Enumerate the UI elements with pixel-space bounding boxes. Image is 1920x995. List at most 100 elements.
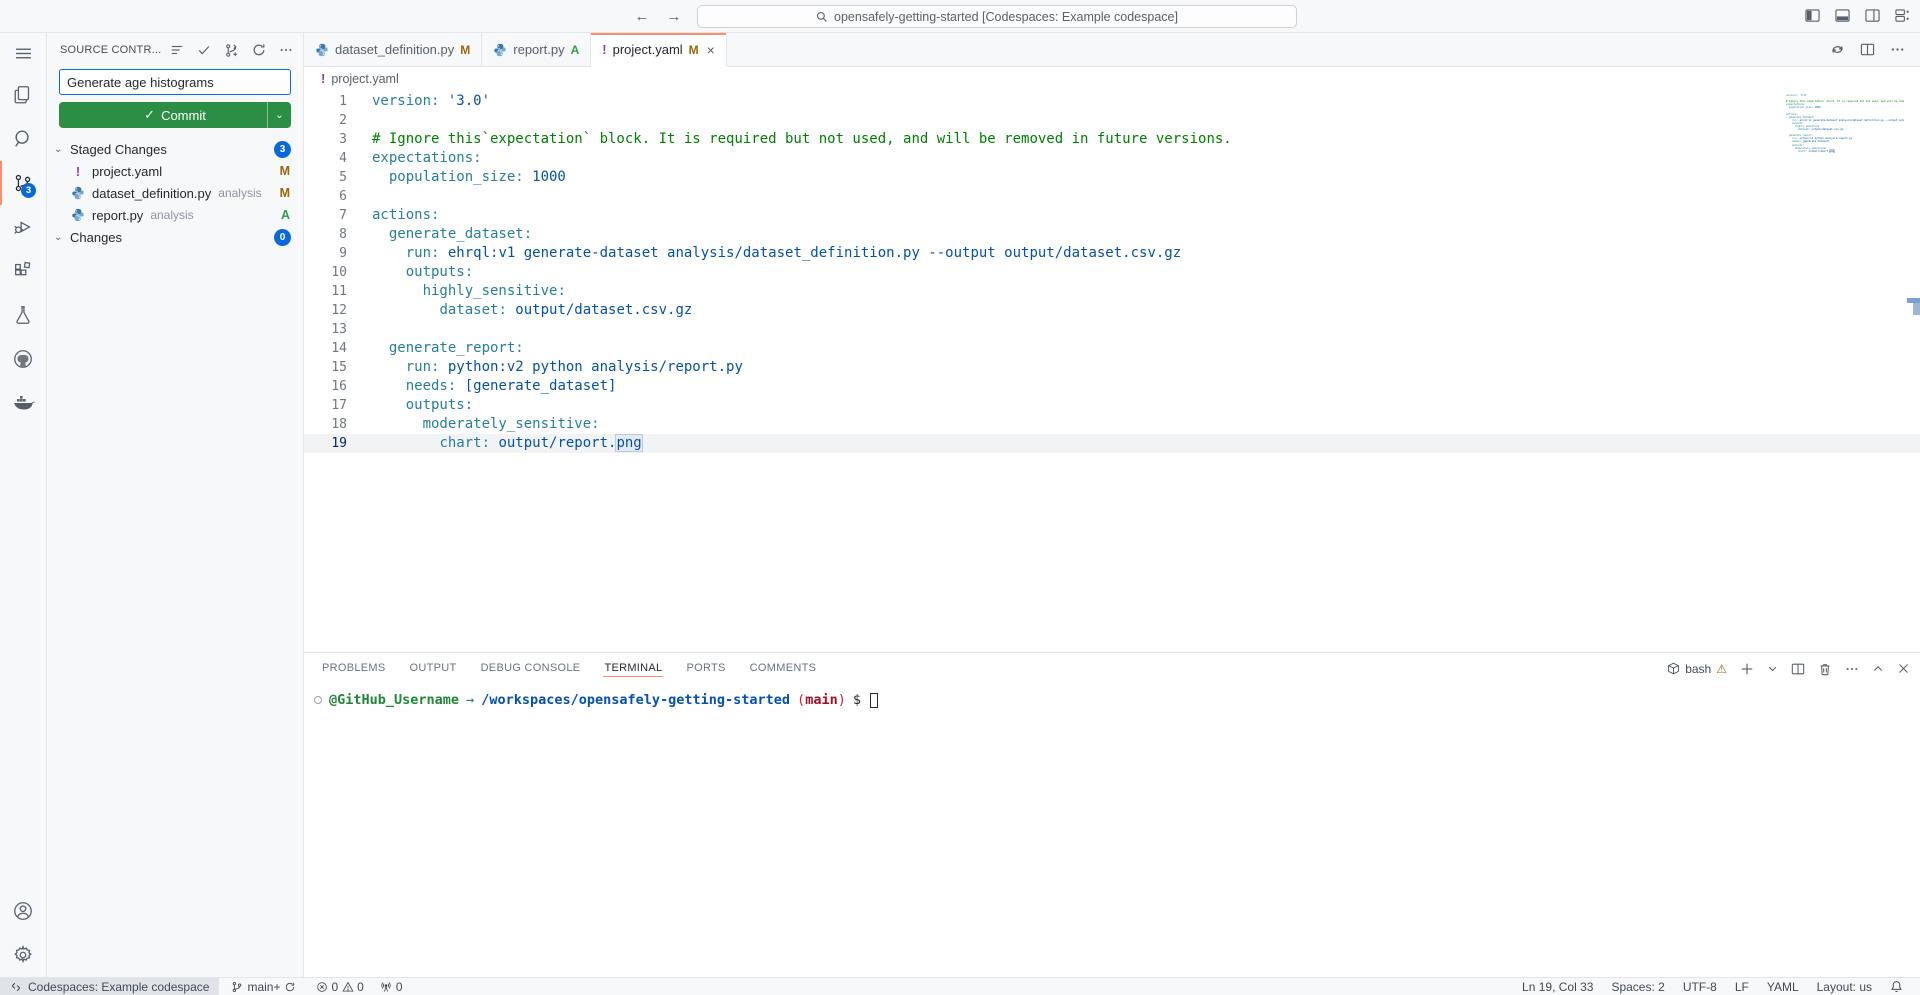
remote-indicator[interactable]: Codespaces: Example codespace	[0, 978, 219, 995]
code-line-4[interactable]: 4expectations:	[304, 149, 1920, 168]
chevron-down-icon: ⌄	[54, 232, 70, 243]
indentation-item[interactable]: Spaces: 2	[1602, 978, 1673, 995]
command-decoration-icon[interactable]	[314, 696, 322, 704]
branch-status-item[interactable]: main+	[225, 978, 302, 995]
new-terminal-icon[interactable]	[1740, 662, 1754, 676]
editor-tab-dataset_definition.py[interactable]: dataset_definition.pyM	[304, 33, 482, 66]
error-count: 0	[331, 980, 338, 994]
code-line-7[interactable]: 7actions:	[304, 206, 1920, 225]
command-center-search[interactable]: opensafely-getting-started [Codespaces: …	[697, 5, 1297, 28]
branch-create-icon[interactable]	[224, 43, 239, 58]
notifications-bell-icon[interactable]	[1881, 978, 1912, 995]
commit-check-icon[interactable]	[197, 43, 211, 57]
close-tab-icon[interactable]: ×	[707, 42, 715, 58]
section-label: Staged Changes	[70, 142, 167, 157]
code-line-6[interactable]: 6	[304, 187, 1920, 206]
code-line-14[interactable]: 14 generate_report:	[304, 339, 1920, 358]
nav-back-icon[interactable]: ←	[633, 8, 651, 25]
breadcrumb[interactable]: ! project.yaml	[304, 67, 1920, 90]
code-line-19[interactable]: 19 chart: output/report.png	[304, 434, 1920, 453]
code-line-18[interactable]: 18 moderately_sensitive:	[304, 415, 1920, 434]
menu-icon[interactable]	[0, 33, 46, 73]
toggle-panel-icon[interactable]	[1835, 8, 1850, 23]
toggle-secondary-sidebar-icon[interactable]	[1865, 8, 1880, 23]
terminal-arrow: →	[459, 692, 481, 708]
extensions-icon[interactable]	[0, 249, 46, 293]
settings-gear-icon[interactable]	[0, 933, 46, 977]
code-editor[interactable]: 1version: '3.0'23# Ignore this`expectati…	[304, 90, 1920, 652]
view-sort-icon[interactable]	[170, 43, 184, 57]
code-line-5[interactable]: 5 population_size: 1000	[304, 168, 1920, 187]
scm-file-row[interactable]: !project.yamlM	[47, 160, 303, 182]
git-status-letter: M	[280, 164, 290, 178]
cursor-position-item[interactable]: Ln 19, Col 33	[1513, 978, 1602, 995]
minimap[interactable]: version: '3.0' # Ignore this`expectation…	[1786, 94, 1904, 153]
git-status-letter: M	[280, 186, 290, 200]
code-line-12[interactable]: 12 dataset: output/dataset.csv.gz	[304, 301, 1920, 320]
terminal-dropdown-chevron-icon[interactable]	[1767, 663, 1778, 674]
customize-layout-icon[interactable]	[1895, 8, 1910, 23]
maximize-panel-icon[interactable]	[1872, 663, 1884, 675]
line-text: dataset: output/dataset.csv.gz	[372, 301, 692, 320]
toggle-primary-sidebar-icon[interactable]	[1805, 8, 1820, 23]
split-terminal-icon[interactable]	[1791, 662, 1805, 676]
code-line-16[interactable]: 16 needs: [generate_dataset]	[304, 377, 1920, 396]
panel-tab-problems[interactable]: PROBLEMS	[321, 653, 387, 684]
code-line-13[interactable]: 13	[304, 320, 1920, 339]
eol-item[interactable]: LF	[1726, 978, 1758, 995]
code-line-9[interactable]: 9 run: ehrql:v1 generate-dataset analysi…	[304, 244, 1920, 263]
language-mode-item[interactable]: YAML	[1758, 978, 1808, 995]
account-icon[interactable]	[0, 889, 46, 933]
code-line-8[interactable]: 8 generate_dataset:	[304, 225, 1920, 244]
editor-tab-report.py[interactable]: report.pyA	[482, 33, 591, 66]
changes-section[interactable]: ⌄ Changes 0	[47, 226, 303, 248]
keyboard-layout-item[interactable]: Layout: us	[1808, 978, 1881, 995]
refresh-icon[interactable]	[252, 43, 266, 57]
line-number: 15	[304, 358, 347, 377]
panel-tab-output[interactable]: OUTPUT	[409, 653, 458, 684]
code-line-17[interactable]: 17 outputs:	[304, 396, 1920, 415]
close-panel-icon[interactable]	[1897, 662, 1910, 675]
panel-tab-terminal[interactable]: TERMINAL	[603, 653, 663, 684]
code-line-1[interactable]: 1version: '3.0'	[304, 92, 1920, 111]
scm-file-row[interactable]: report.pyanalysisA	[47, 204, 303, 226]
file-icon: !	[602, 42, 606, 57]
explorer-icon[interactable]	[0, 73, 46, 117]
editor-tab-project.yaml[interactable]: !project.yamlM×	[591, 33, 727, 67]
docker-icon[interactable]	[0, 381, 46, 425]
code-line-2[interactable]: 2	[304, 111, 1920, 130]
code-line-10[interactable]: 10 outputs:	[304, 263, 1920, 282]
more-actions-icon[interactable]	[1890, 42, 1905, 57]
status-bar: Codespaces: Example codespace main+ 0 0 …	[0, 977, 1920, 995]
breadcrumb-file[interactable]: project.yaml	[331, 72, 398, 86]
testing-icon[interactable]	[0, 293, 46, 337]
panel-tab-comments[interactable]: COMMENTS	[749, 653, 818, 684]
split-editor-icon[interactable]	[1860, 42, 1875, 57]
line-text: version: '3.0'	[372, 92, 490, 111]
source-control-view-icon[interactable]: 3	[0, 161, 46, 205]
scm-file-row[interactable]: dataset_definition.pyanalysisM	[47, 182, 303, 204]
search-view-icon[interactable]	[0, 117, 46, 161]
github-icon[interactable]	[0, 337, 46, 381]
commit-message-input[interactable]	[59, 69, 291, 95]
commit-dropdown-chevron[interactable]: ⌄	[267, 102, 291, 128]
panel-tab-ports[interactable]: PORTS	[685, 653, 726, 684]
staged-changes-section[interactable]: ⌄ Staged Changes 3	[47, 138, 303, 160]
problems-status-item[interactable]: 0 0	[310, 978, 369, 995]
commit-button[interactable]: ✓ Commit ⌄	[59, 102, 291, 128]
ports-status-item[interactable]: 0	[374, 978, 409, 995]
panel-tab-debug-console[interactable]: DEBUG CONSOLE	[480, 653, 582, 684]
encoding-item[interactable]: UTF-8	[1674, 978, 1726, 995]
code-line-15[interactable]: 15 run: python:v2 python analysis/report…	[304, 358, 1920, 377]
terminal-instance-item[interactable]: bash ⚠	[1667, 662, 1727, 676]
panel-more-actions-icon[interactable]	[1845, 662, 1859, 676]
code-line-3[interactable]: 3# Ignore this`expectation` block. It is…	[304, 130, 1920, 149]
code-line-11[interactable]: 11 highly_sensitive:	[304, 282, 1920, 301]
more-actions-icon[interactable]	[279, 43, 293, 57]
kill-terminal-trash-icon[interactable]	[1818, 662, 1832, 676]
open-changes-icon[interactable]	[1830, 42, 1845, 57]
run-debug-icon[interactable]	[0, 205, 46, 249]
terminal-user: @GitHub_Username	[329, 692, 459, 708]
terminal-content[interactable]: @GitHub_Username → /workspaces/opensafel…	[304, 684, 1920, 977]
nav-forward-icon[interactable]: →	[665, 8, 683, 25]
